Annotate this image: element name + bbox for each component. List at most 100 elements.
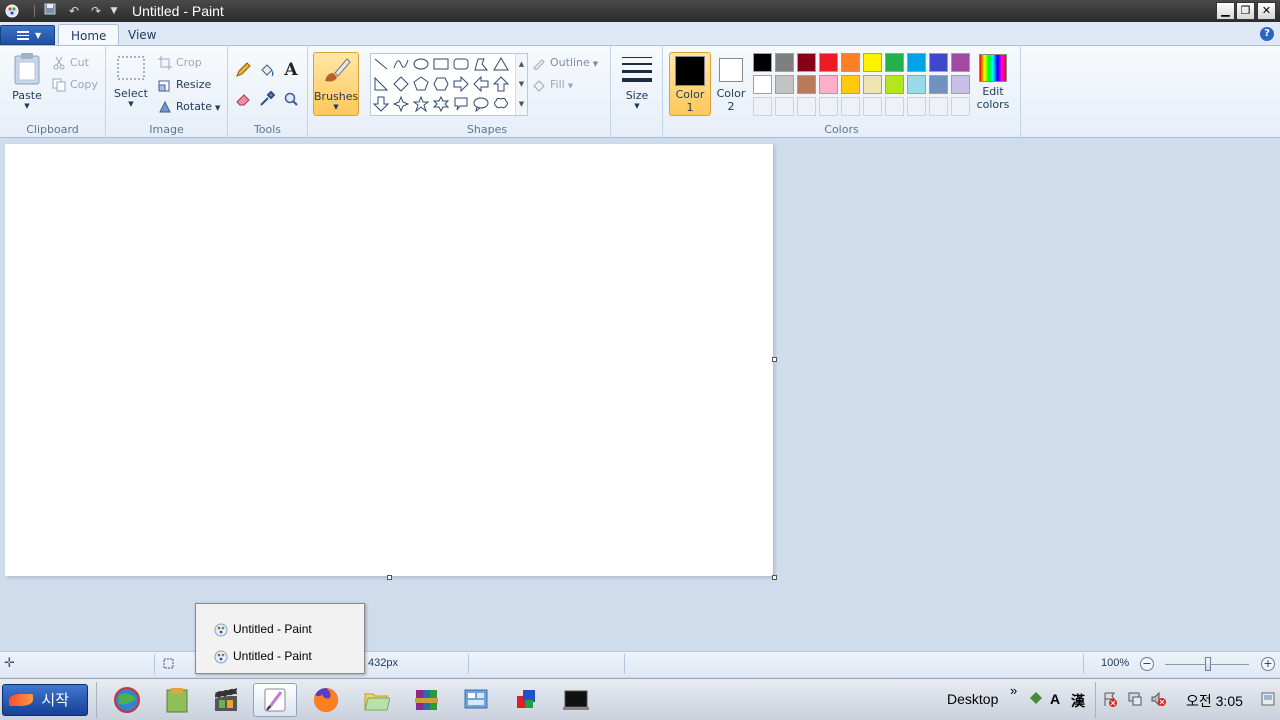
triangle-shape-icon[interactable]	[491, 54, 511, 74]
palette-custom-slot[interactable]	[775, 97, 794, 116]
palette-color-swatch[interactable]	[885, 53, 904, 72]
window-list-item[interactable]: Untitled - Paint	[214, 647, 312, 665]
eraser-icon[interactable]	[233, 89, 253, 109]
gallery-expand-icon[interactable]: ▼	[516, 94, 527, 114]
browser-globe-icon[interactable]	[105, 683, 149, 717]
size-button[interactable]: Size ▼	[617, 52, 657, 116]
left-arrow-shape-icon[interactable]	[471, 74, 491, 94]
zoom-in-button[interactable]: +	[1261, 657, 1275, 671]
shapes-gallery-scroll[interactable]: ▲ ▼ ▼	[515, 54, 527, 115]
six-point-star-shape-icon[interactable]	[431, 94, 451, 114]
paint-taskbar-icon[interactable]	[253, 683, 297, 717]
palette-color-swatch[interactable]	[819, 75, 838, 94]
palette-custom-slot[interactable]	[929, 97, 948, 116]
five-point-star-shape-icon[interactable]	[411, 94, 431, 114]
cloud-callout-shape-icon[interactable]	[491, 94, 511, 114]
copy-button[interactable]: Copy	[52, 76, 98, 94]
zoom-slider-thumb[interactable]	[1205, 657, 1211, 671]
color2-button[interactable]: Color 2	[713, 52, 749, 116]
network-icon[interactable]	[1127, 691, 1143, 710]
palette-color-swatch[interactable]	[929, 53, 948, 72]
four-point-star-shape-icon[interactable]	[391, 94, 411, 114]
volume-muted-icon[interactable]	[1150, 691, 1166, 710]
ime-mode-icon[interactable]: A	[1050, 691, 1060, 707]
help-icon[interactable]: ?	[1260, 27, 1274, 41]
language-bar-icon[interactable]	[1028, 690, 1044, 709]
up-arrow-shape-icon[interactable]	[491, 74, 511, 94]
line-shape-icon[interactable]	[371, 54, 391, 74]
hanja-mode-icon[interactable]: 漢	[1071, 691, 1085, 711]
brushes-button[interactable]: Brushes ▼	[313, 52, 359, 116]
toolbar-chevron-icon[interactable]: »	[1010, 683, 1017, 698]
desktop-toolbar-label[interactable]: Desktop	[947, 691, 998, 707]
right-triangle-shape-icon[interactable]	[371, 74, 391, 94]
system-clock[interactable]: 오전 3:05	[1186, 691, 1243, 711]
archive-app-icon[interactable]	[404, 683, 448, 717]
palette-custom-slot[interactable]	[841, 97, 860, 116]
fill-bucket-icon[interactable]	[257, 60, 277, 80]
resize-button[interactable]: Resize	[158, 76, 211, 94]
palette-color-swatch[interactable]	[951, 53, 970, 72]
palette-custom-slot[interactable]	[907, 97, 926, 116]
down-arrow-shape-icon[interactable]	[371, 94, 391, 114]
color-picker-icon[interactable]	[257, 89, 277, 109]
fill-button[interactable]: Fill ▼	[532, 76, 573, 94]
right-arrow-shape-icon[interactable]	[451, 74, 471, 94]
palette-color-swatch[interactable]	[907, 75, 926, 94]
zoom-out-button[interactable]: −	[1140, 657, 1154, 671]
scroll-up-icon[interactable]: ▲	[516, 54, 527, 74]
palette-custom-slot[interactable]	[951, 97, 970, 116]
firefox-icon[interactable]	[304, 683, 348, 717]
palette-color-swatch[interactable]	[797, 53, 816, 72]
palette-color-swatch[interactable]	[885, 75, 904, 94]
resize-handle-bottom[interactable]	[387, 575, 392, 580]
rounded-rectangle-shape-icon[interactable]	[451, 54, 471, 74]
save-icon[interactable]	[42, 3, 58, 19]
palette-color-swatch[interactable]	[797, 75, 816, 94]
redo-icon[interactable]: ↷	[88, 3, 104, 19]
palette-color-swatch[interactable]	[929, 75, 948, 94]
palette-color-swatch[interactable]	[753, 75, 772, 94]
palette-custom-slot[interactable]	[797, 97, 816, 116]
paste-button[interactable]: Paste ▼	[6, 52, 48, 116]
virtualbox-icon[interactable]	[504, 683, 548, 717]
start-button[interactable]: 시작	[2, 684, 88, 716]
palette-custom-slot[interactable]	[863, 97, 882, 116]
polygon-shape-icon[interactable]	[471, 54, 491, 74]
undo-icon[interactable]: ↶	[66, 3, 82, 19]
diamond-shape-icon[interactable]	[391, 74, 411, 94]
palette-color-swatch[interactable]	[775, 75, 794, 94]
palette-color-swatch[interactable]	[863, 75, 882, 94]
tab-home[interactable]: Home	[58, 24, 120, 46]
color1-button[interactable]: Color 1	[669, 52, 711, 116]
outline-button[interactable]: Outline ▼	[532, 54, 598, 72]
pencil-icon[interactable]	[233, 60, 253, 80]
rotate-button[interactable]: Rotate ▼	[158, 98, 220, 116]
crop-button[interactable]: Crop	[158, 54, 202, 72]
minimize-button[interactable]: ▁	[1216, 2, 1235, 20]
restore-button[interactable]: ❐	[1236, 2, 1255, 20]
resize-handle-right[interactable]	[772, 357, 777, 362]
palette-color-swatch[interactable]	[951, 75, 970, 94]
action-center-flag-icon[interactable]	[1102, 691, 1118, 710]
close-button[interactable]: ✕	[1257, 2, 1276, 20]
palette-custom-slot[interactable]	[819, 97, 838, 116]
magnifier-icon[interactable]	[281, 89, 301, 109]
palette-custom-slot[interactable]	[753, 97, 772, 116]
hexagon-shape-icon[interactable]	[431, 74, 451, 94]
rectangle-shape-icon[interactable]	[431, 54, 451, 74]
control-panel-icon[interactable]	[454, 683, 498, 717]
file-manager-icon[interactable]	[354, 683, 398, 717]
oval-shape-icon[interactable]	[411, 54, 431, 74]
edit-colors-button[interactable]: Edit colors	[975, 52, 1011, 116]
show-desktop-icon[interactable]	[1261, 692, 1275, 709]
palette-color-swatch[interactable]	[907, 53, 926, 72]
drawing-canvas[interactable]	[5, 144, 773, 576]
palette-color-swatch[interactable]	[819, 53, 838, 72]
curve-shape-icon[interactable]	[391, 54, 411, 74]
paint-app-icon[interactable]	[4, 3, 20, 19]
window-list-item[interactable]: Untitled - Paint	[214, 620, 312, 638]
terminal-icon[interactable]	[554, 683, 598, 717]
cut-button[interactable]: Cut	[52, 54, 89, 72]
rounded-callout-shape-icon[interactable]	[451, 94, 471, 114]
